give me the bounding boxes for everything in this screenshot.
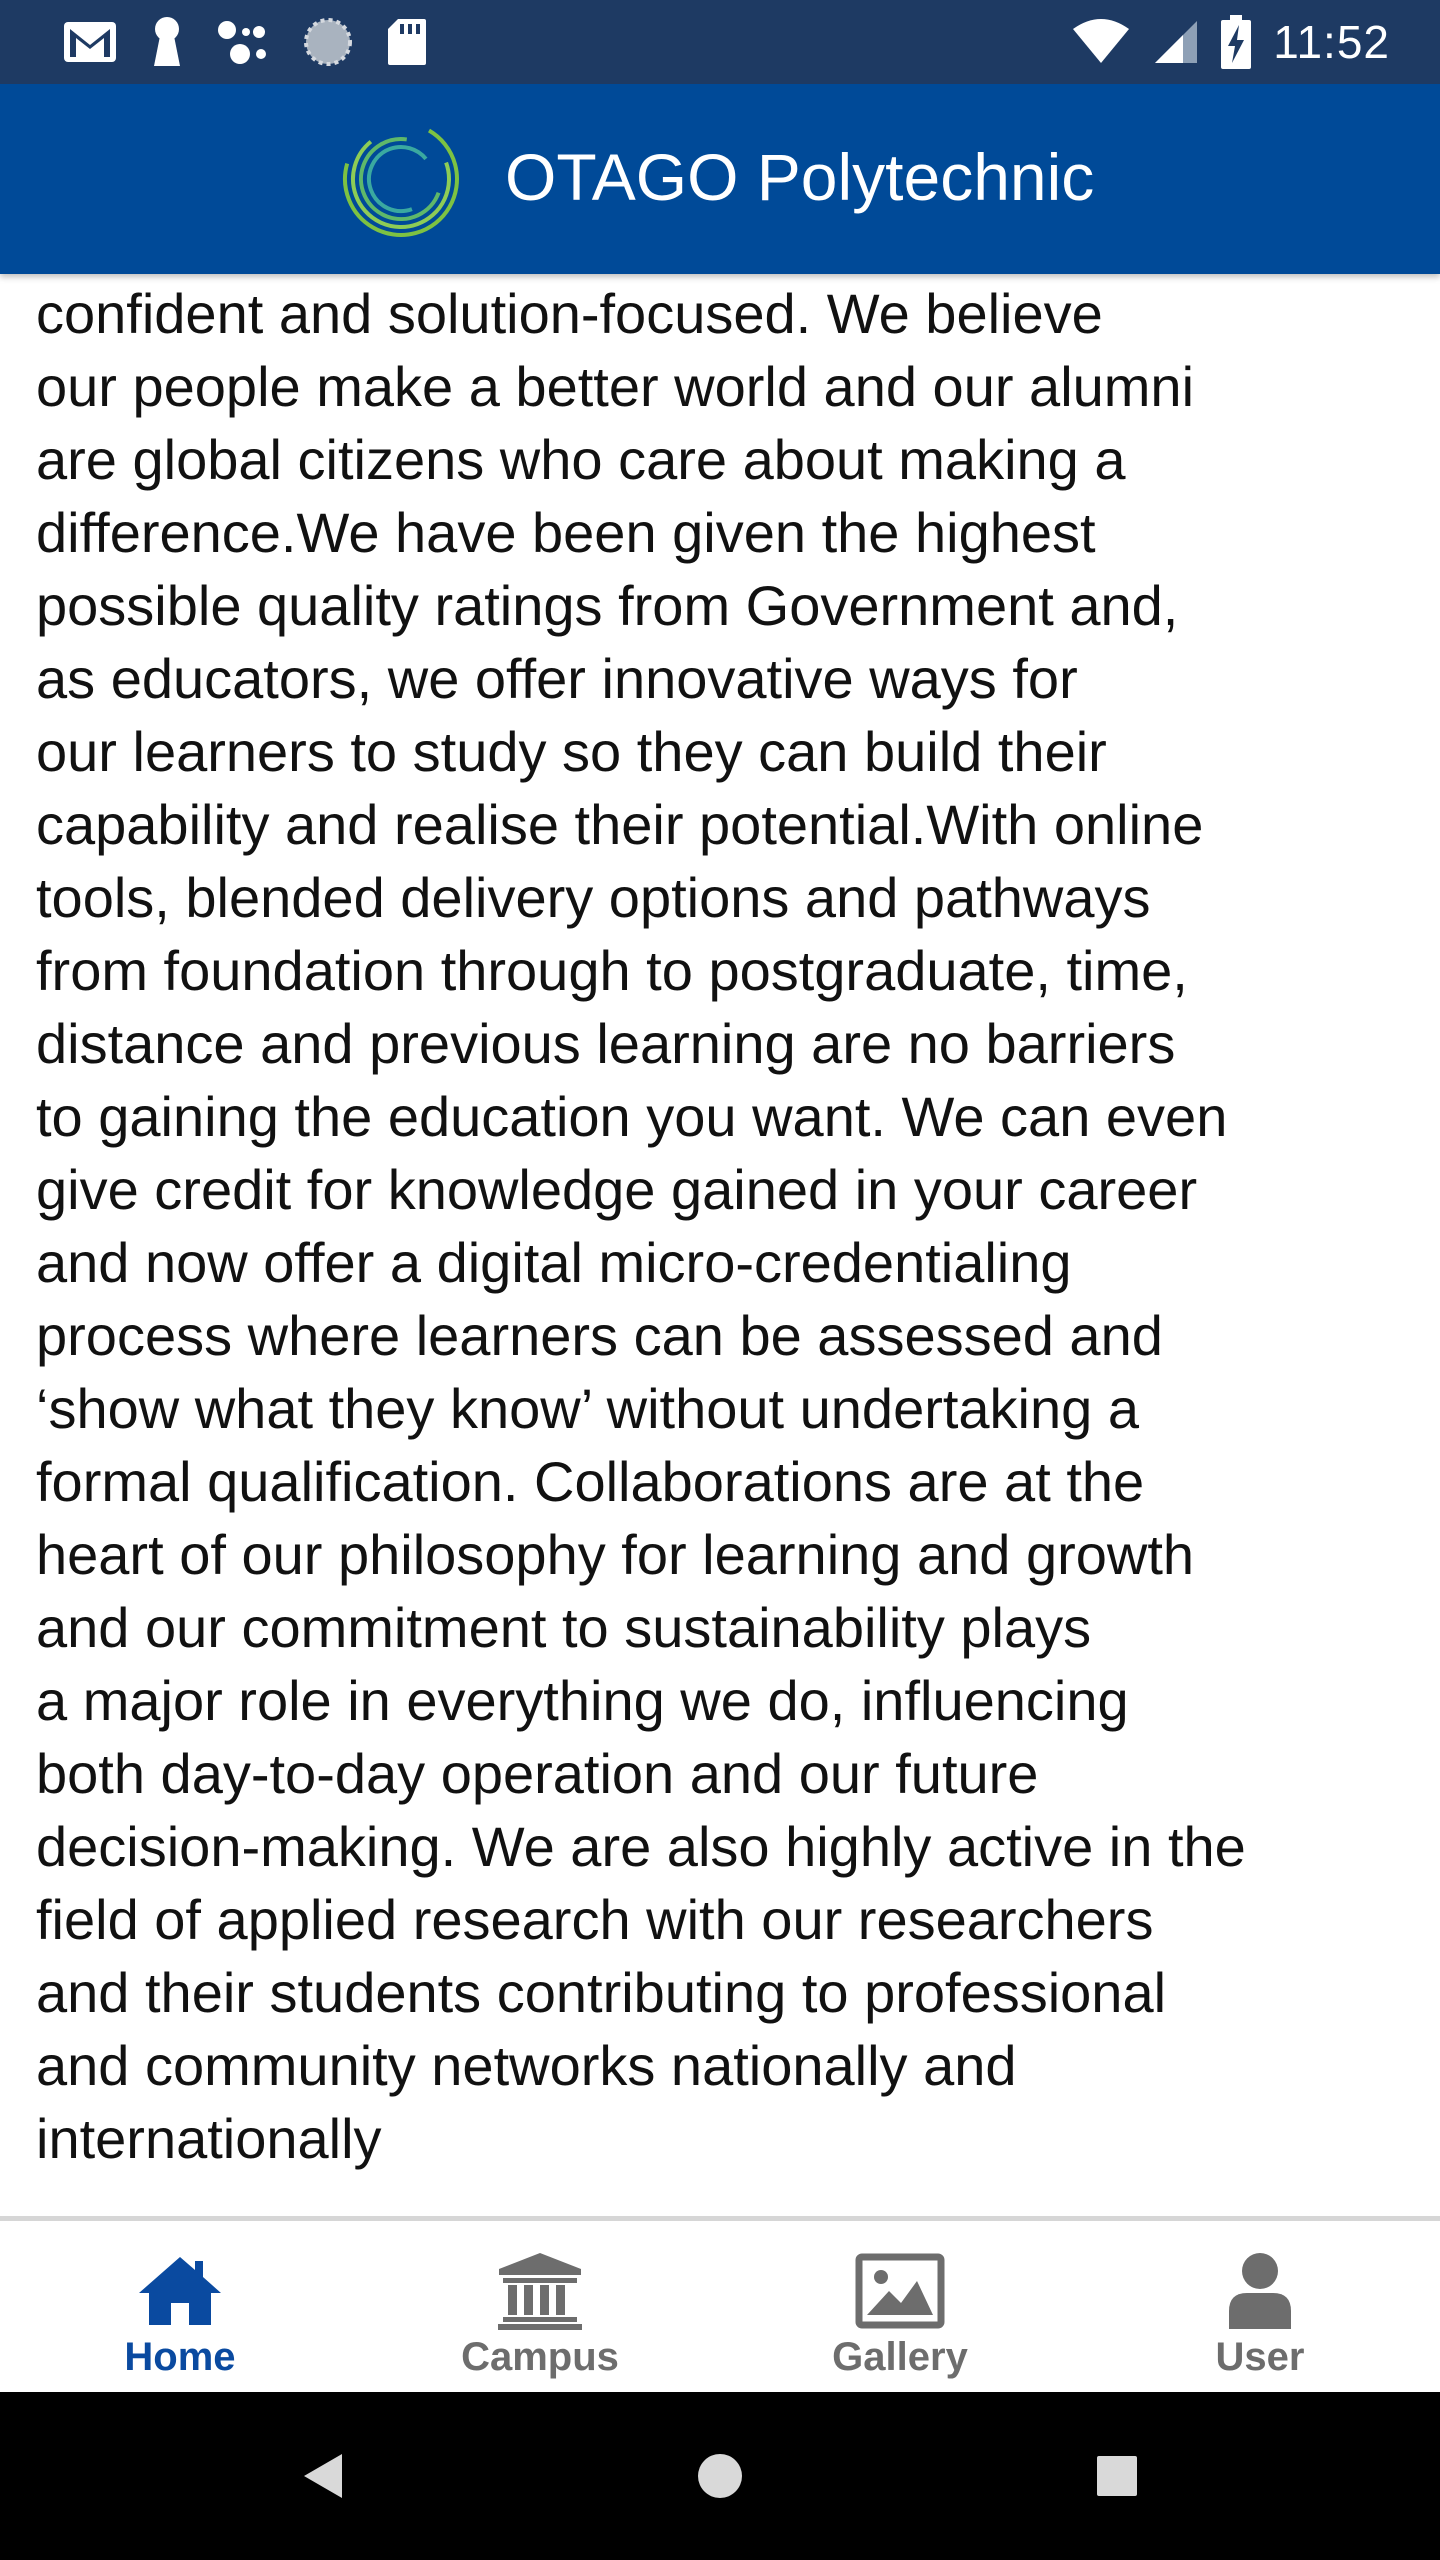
status-system-icons: 11:52 xyxy=(1071,14,1390,70)
recents-icon[interactable] xyxy=(1095,2454,1139,2498)
status-time: 11:52 xyxy=(1273,16,1390,68)
gallery-icon xyxy=(855,2253,945,2329)
app-header: OTAGO Polytechnic xyxy=(0,84,1440,274)
home-circle-icon[interactable] xyxy=(696,2452,744,2500)
keyhole-icon xyxy=(150,16,184,68)
nav-item-gallery[interactable]: Gallery xyxy=(720,2221,1080,2392)
user-icon xyxy=(1229,2253,1291,2329)
status-bar: 11:52 xyxy=(0,0,1440,84)
nav-item-home[interactable]: Home xyxy=(0,2221,360,2392)
about-body-text: love our graduates because they are work… xyxy=(36,282,1246,2170)
app-title: OTAGO Polytechnic xyxy=(505,140,1095,214)
nav-item-campus[interactable]: Campus xyxy=(360,2221,720,2392)
campus-icon xyxy=(498,2253,582,2330)
nav-label-gallery: Gallery xyxy=(832,2335,968,2379)
gmail-icon xyxy=(62,20,118,64)
home-icon xyxy=(139,2257,221,2325)
wifi-icon xyxy=(1071,19,1131,65)
content-scroll-area[interactable]: love our graduates because they are work… xyxy=(0,274,1440,2216)
loading-icon xyxy=(302,16,354,68)
nav-item-user[interactable]: User xyxy=(1080,2221,1440,2392)
back-icon[interactable] xyxy=(302,2452,346,2500)
nav-label-campus: Campus xyxy=(461,2335,619,2379)
sd-card-icon xyxy=(386,17,428,67)
battery-charging-icon xyxy=(1221,15,1252,69)
bottom-navigation: Home Campus Gallery User xyxy=(0,2216,1440,2392)
nav-label-user: User xyxy=(1215,2335,1305,2379)
connection-icon xyxy=(216,18,270,66)
nav-label-home: Home xyxy=(124,2335,236,2379)
system-navigation-bar xyxy=(0,2392,1440,2560)
status-notification-icons xyxy=(62,14,428,70)
cell-signal-icon xyxy=(1153,19,1199,65)
app-screen: 11:52 OTAGO Polytechnic love our graduat… xyxy=(0,0,1440,2560)
otago-logo-icon xyxy=(343,121,459,237)
